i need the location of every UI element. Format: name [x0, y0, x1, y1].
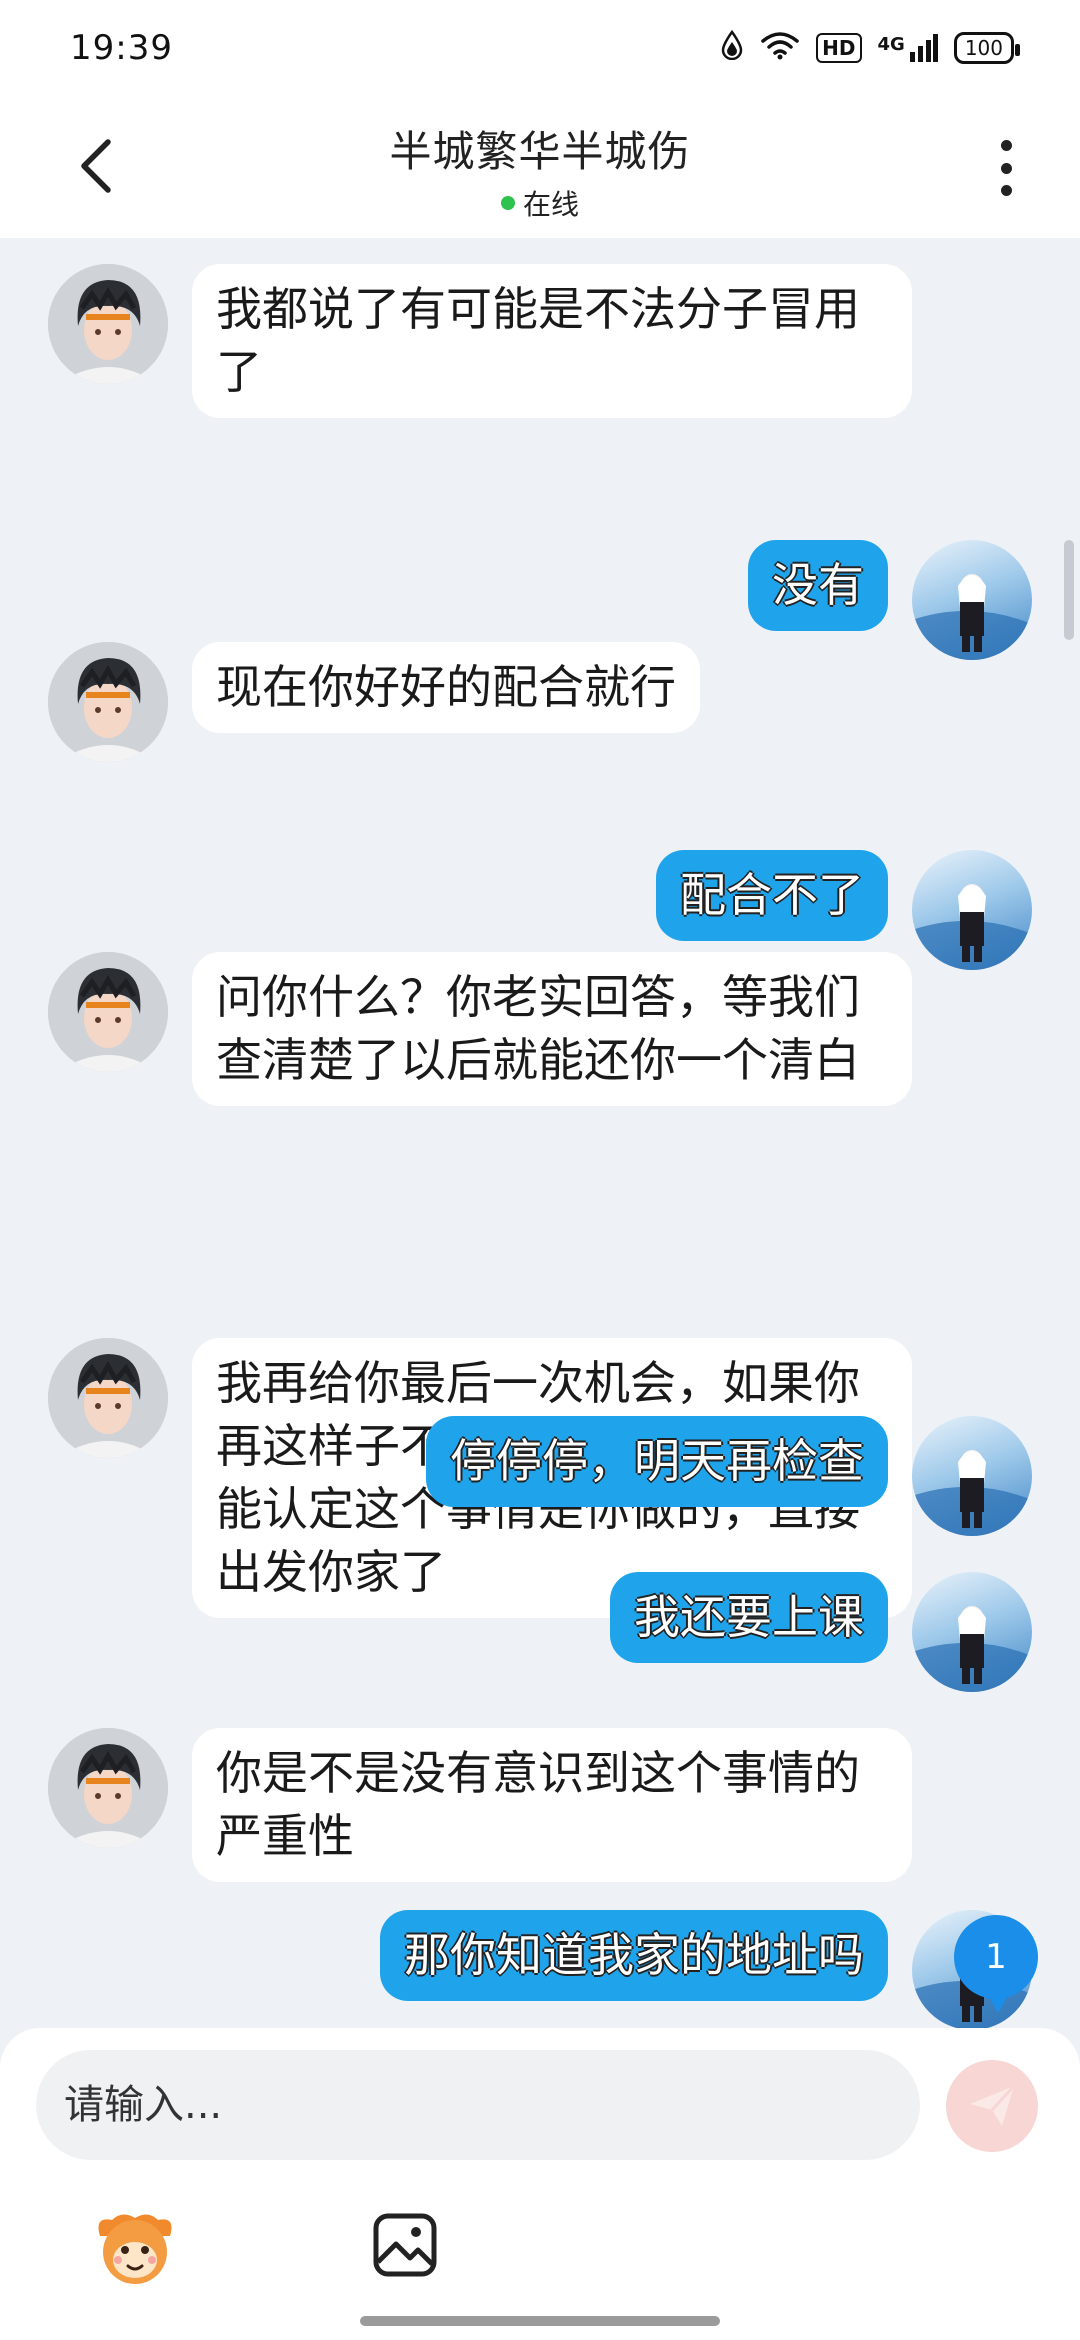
outgoing-message-bubble[interactable]: 配合不了 [656, 850, 888, 941]
my-avatar[interactable] [912, 1572, 1032, 1692]
hd-icon: HD [816, 33, 862, 63]
my-avatar[interactable] [912, 1416, 1032, 1536]
outgoing-message-bubble[interactable]: 没有 [748, 540, 888, 631]
chat-scrollbar[interactable] [1064, 540, 1074, 640]
outgoing-message-bubble[interactable]: 那你知道我家的地址吗 [380, 1910, 888, 2001]
wifi-icon [760, 30, 800, 67]
message-input-wrapper[interactable] [36, 2050, 920, 2160]
chat-messages[interactable]: 我都说了有可能是不法分子冒用了 没有 现在你好好的配合就行 配合不了 问你什么？… [0, 238, 1080, 2028]
online-status-text: 在线 [522, 188, 579, 221]
chat-header: 半城繁华半城伤 在线 [0, 96, 1080, 238]
header-center: 半城繁华半城伤 在线 [0, 118, 1080, 223]
contact-name: 半城繁华半城伤 [389, 127, 691, 176]
status-bar: 19:39 HD 4G 100 [0, 0, 1080, 96]
contact-avatar[interactable] [48, 642, 168, 762]
unread-count-badge[interactable]: 1 [954, 1915, 1038, 2013]
incoming-message-bubble[interactable]: 现在你好好的配合就行 [192, 642, 700, 733]
image-icon [373, 2213, 437, 2277]
send-button[interactable] [946, 2060, 1038, 2152]
status-time: 19:39 [70, 28, 173, 68]
contact-avatar[interactable] [48, 264, 168, 384]
incoming-message-bubble[interactable]: 你是不是没有意识到这个事情的严重性 [192, 1728, 912, 1882]
incoming-message-bubble[interactable]: 我都说了有可能是不法分子冒用了 [192, 264, 912, 418]
status-icons: HD 4G 100 [720, 29, 1021, 67]
send-icon [970, 2084, 1016, 2126]
online-status: 在线 [0, 183, 1080, 223]
battery-icon: 100 [953, 32, 1021, 64]
sticker-mascot-icon [98, 2214, 172, 2284]
outgoing-message-bubble[interactable]: 我还要上课 [610, 1572, 888, 1663]
outgoing-message-bubble[interactable]: 停停停，明天再检查 [426, 1416, 888, 1507]
home-indicator[interactable] [360, 2316, 720, 2326]
my-avatar[interactable] [912, 540, 1032, 660]
contact-avatar[interactable] [48, 1338, 168, 1458]
incoming-message-bubble[interactable]: 问你什么？你老实回答，等我们查清楚了以后就能还你一个清白 [192, 952, 912, 1106]
my-avatar[interactable] [912, 850, 1032, 970]
online-dot-icon [500, 196, 515, 210]
image-picker-button[interactable] [370, 2210, 440, 2280]
more-options-icon[interactable] [978, 136, 1034, 200]
message-composer [0, 2028, 1080, 2340]
signal-icon: 4G [878, 34, 938, 62]
message-input[interactable] [64, 2082, 920, 2128]
sticker-button[interactable] [92, 2206, 178, 2292]
data-saver-icon [720, 29, 744, 67]
contact-avatar[interactable] [48, 1728, 168, 1848]
contact-avatar[interactable] [48, 952, 168, 1072]
